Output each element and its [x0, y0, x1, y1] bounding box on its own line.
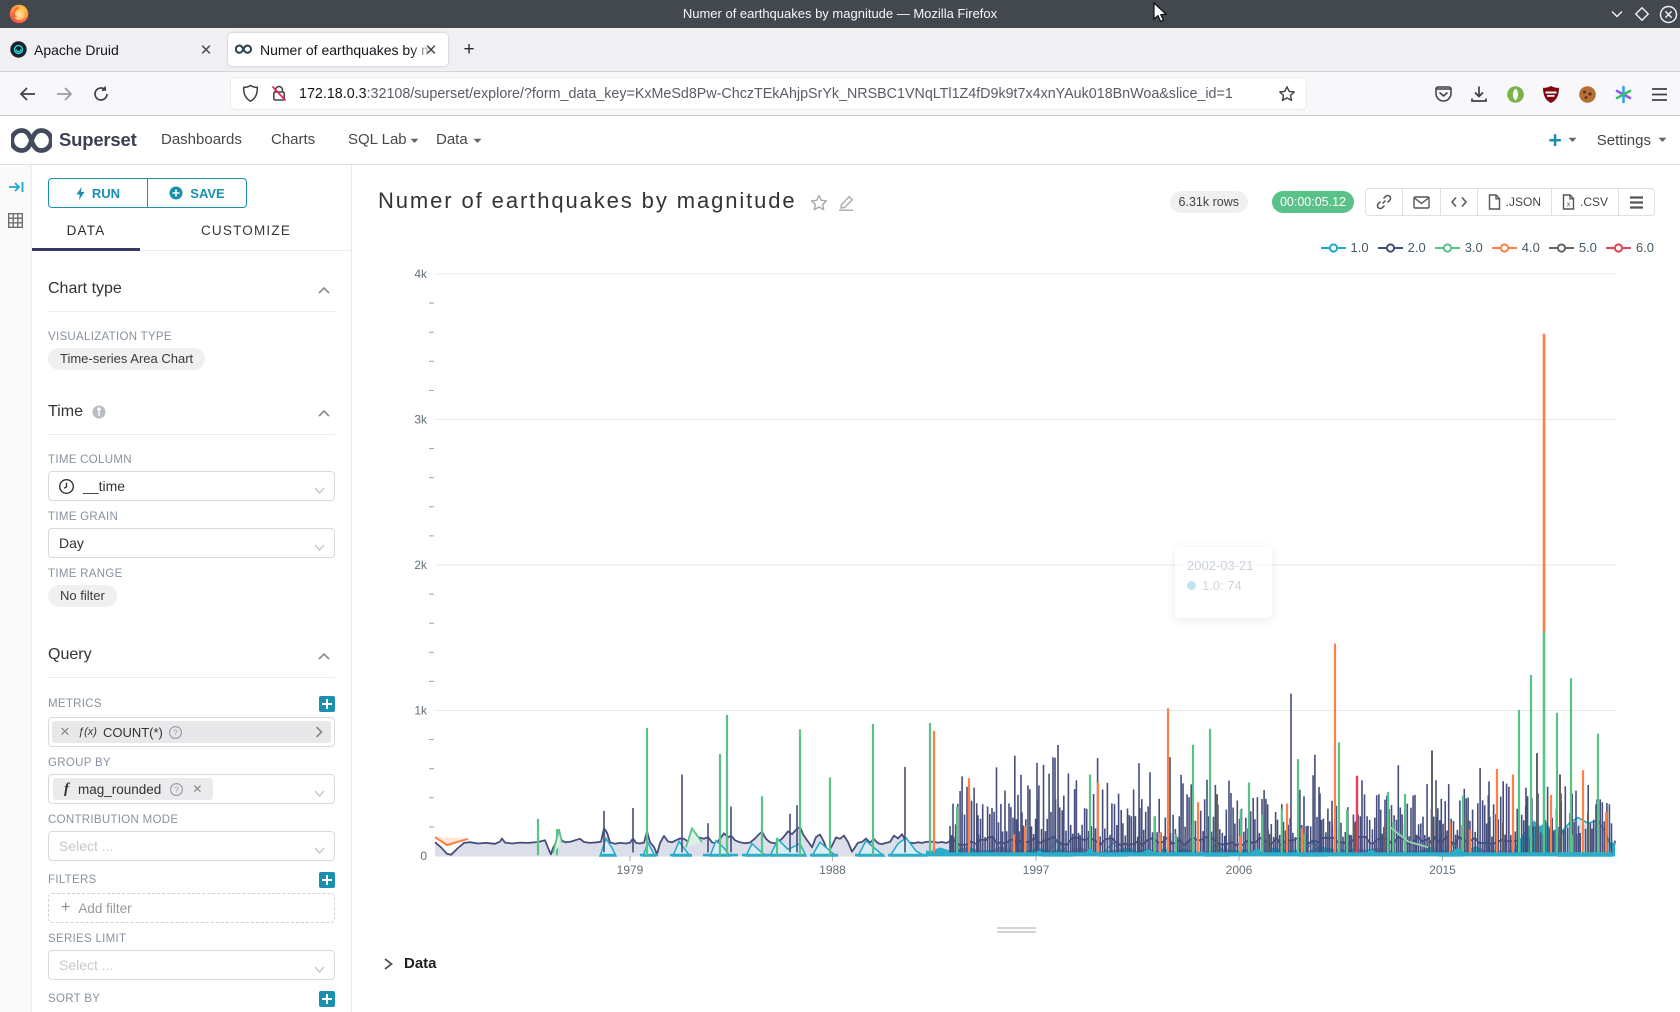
svg-text:1k: 1k: [414, 704, 428, 718]
svg-text:x: x: [1567, 202, 1571, 209]
svg-text:1988: 1988: [819, 863, 846, 877]
svg-text:?: ?: [174, 784, 179, 794]
svg-text:2015: 2015: [1429, 863, 1456, 877]
svg-text:3k: 3k: [414, 413, 428, 427]
svg-text:4k: 4k: [414, 267, 428, 281]
svg-text:1997: 1997: [1023, 863, 1050, 877]
svg-text:?: ?: [173, 727, 178, 737]
svg-text:1979: 1979: [617, 863, 644, 877]
svg-text:0: 0: [420, 849, 427, 863]
svg-text:2k: 2k: [414, 558, 428, 572]
svg-text:2006: 2006: [1226, 863, 1253, 877]
